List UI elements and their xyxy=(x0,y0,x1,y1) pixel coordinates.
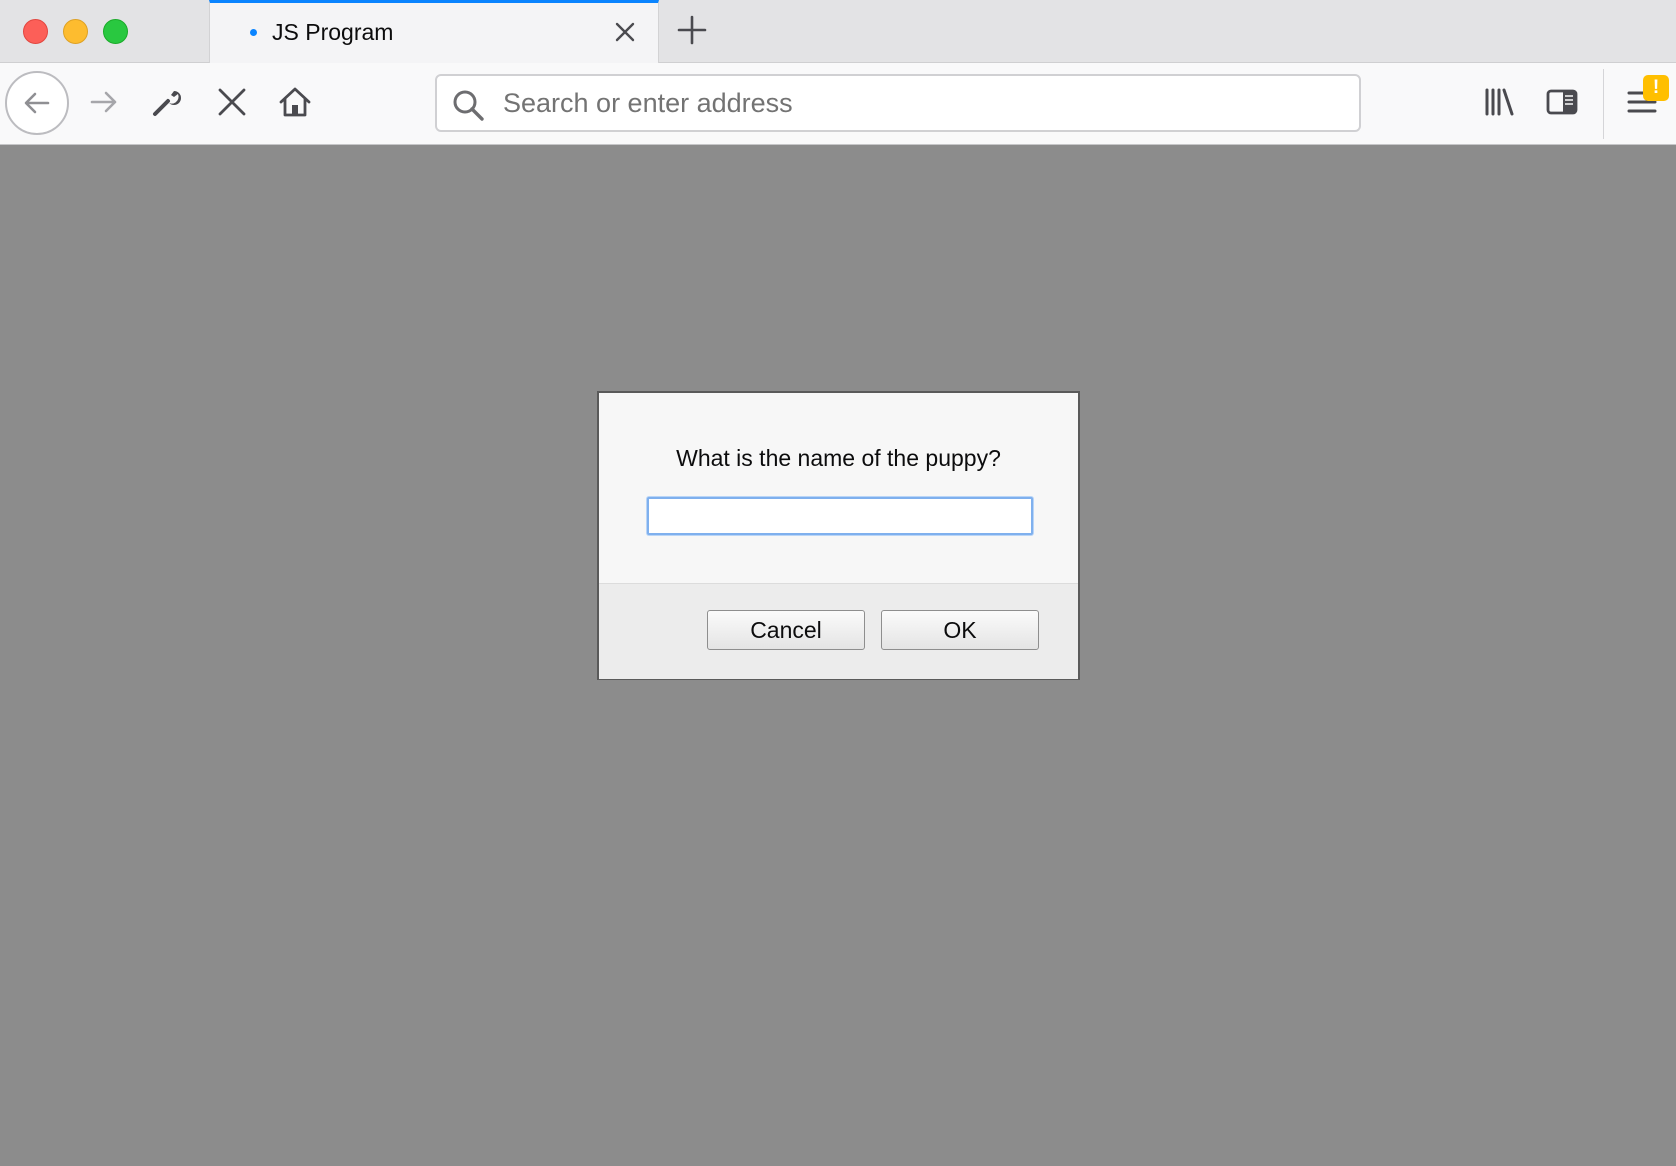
tab-js-program[interactable]: JS Program xyxy=(209,0,659,63)
nav-toolbar: ! xyxy=(0,63,1676,145)
toolbar-separator xyxy=(1603,69,1604,139)
wrench-icon[interactable] xyxy=(149,84,185,120)
window-minimize-button[interactable] xyxy=(63,19,88,44)
window-maximize-button[interactable] xyxy=(103,19,128,44)
forward-icon[interactable] xyxy=(86,84,122,120)
back-button[interactable] xyxy=(5,71,69,135)
home-icon[interactable] xyxy=(277,84,313,120)
tab-strip: JS Program xyxy=(0,0,1676,63)
dialog-footer: Cancel OK xyxy=(599,583,1078,679)
update-badge: ! xyxy=(1643,75,1669,101)
search-icon xyxy=(453,90,484,121)
tab-close-icon[interactable] xyxy=(610,17,640,47)
cancel-button[interactable]: Cancel xyxy=(707,610,865,650)
sidebar-icon[interactable] xyxy=(1544,84,1580,120)
new-tab-plus-icon[interactable] xyxy=(675,13,709,47)
window-close-button[interactable] xyxy=(23,19,48,44)
ok-button[interactable]: OK xyxy=(881,610,1039,650)
url-bar[interactable] xyxy=(435,74,1361,132)
stop-icon[interactable] xyxy=(214,84,250,120)
back-icon xyxy=(24,92,50,114)
prompt-input[interactable] xyxy=(647,497,1033,535)
tab-loading-dot-icon xyxy=(250,29,257,36)
tab-title: JS Program xyxy=(272,19,394,45)
prompt-dialog: What is the name of the puppy? Cancel OK xyxy=(597,391,1080,680)
url-input[interactable] xyxy=(503,84,1323,122)
library-icon[interactable] xyxy=(1481,84,1517,120)
dialog-message: What is the name of the puppy? xyxy=(676,445,1001,471)
